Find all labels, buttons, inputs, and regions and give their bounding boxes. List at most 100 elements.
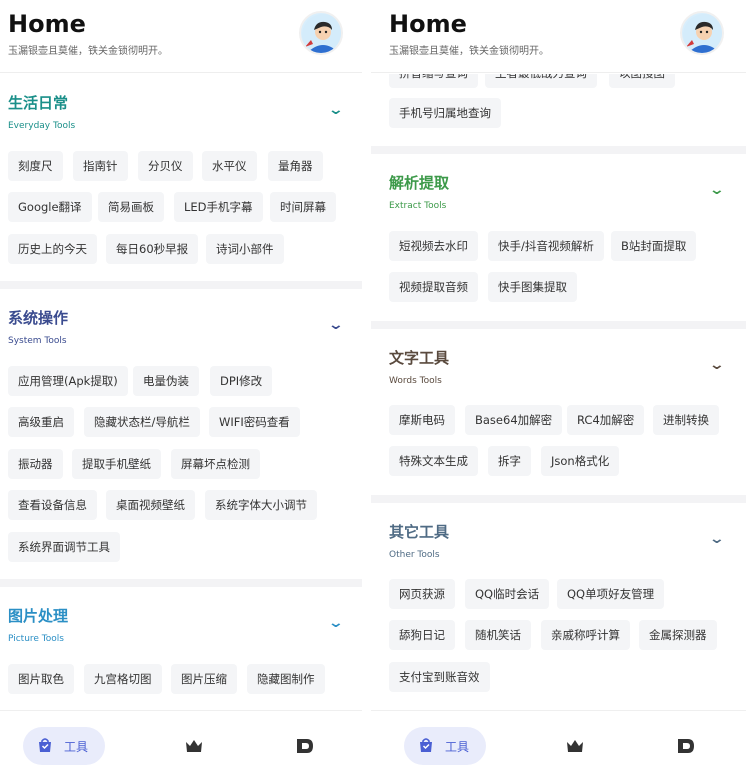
- right-phone-screen: Home 玉漏银壶且莫催，铁关金锁彻明开。 拼音缩写查询 王者最低战力查询 以图…: [371, 0, 746, 765]
- tab-tools[interactable]: 工具: [23, 727, 105, 765]
- tool-chip[interactable]: 高级重启: [8, 407, 74, 437]
- chevron-down-icon[interactable]: ⌄: [328, 317, 344, 333]
- tool-chip[interactable]: 指南针: [73, 151, 128, 181]
- tool-chip[interactable]: LED手机字幕: [174, 192, 263, 222]
- tool-chip[interactable]: QQ临时会话: [465, 579, 550, 609]
- tool-chip[interactable]: 系统界面调节工具: [8, 532, 120, 562]
- shopping-bag-icon: [420, 738, 432, 752]
- shield-icon[interactable]: [296, 738, 314, 754]
- tool-chip[interactable]: 快手图集提取: [488, 272, 577, 302]
- tool-chip[interactable]: 每日60秒早报: [106, 234, 199, 264]
- tool-chip[interactable]: 量角器: [268, 151, 323, 181]
- tool-chip[interactable]: 视频提取音频: [389, 272, 478, 302]
- tab-label: 工具: [64, 740, 89, 754]
- tool-chip[interactable]: 隐藏状态栏/导航栏: [84, 407, 200, 437]
- section-divider: [371, 146, 746, 154]
- tool-chip[interactable]: Google翻译: [8, 192, 92, 222]
- screen-gutter: [362, 0, 371, 765]
- tool-chip[interactable]: 简易画板: [98, 192, 164, 222]
- section-title: 文字工具: [389, 349, 450, 367]
- tool-chip[interactable]: WIFI密码查看: [209, 407, 300, 437]
- page-title: Home: [389, 10, 467, 38]
- crown-icon[interactable]: [566, 738, 584, 754]
- tool-chip[interactable]: 刻度尺: [8, 151, 63, 181]
- tool-chip[interactable]: 亲戚称呼计算: [541, 620, 630, 650]
- section-subtitle: Everyday Tools: [8, 121, 76, 131]
- chevron-down-icon[interactable]: ⌄: [709, 531, 725, 547]
- section-title: 图片处理: [8, 607, 69, 625]
- chevron-down-icon[interactable]: ⌄: [328, 102, 344, 118]
- tool-chip[interactable]: 电量伪装: [133, 366, 199, 396]
- tool-chip[interactable]: Json格式化: [541, 446, 620, 476]
- section-system: 系统操作 System Tools ⌄ 应用管理(Apk提取) 电量伪装 DPI…: [0, 289, 362, 579]
- tool-chip[interactable]: 提取手机壁纸: [72, 449, 161, 479]
- bottom-tab-bar: 工具: [371, 710, 746, 765]
- tool-chip[interactable]: 隐藏图制作: [247, 664, 325, 694]
- app-header: Home 玉漏银壶且莫催，铁关金锁彻明开。: [0, 0, 362, 73]
- tool-chip[interactable]: 分贝仪: [138, 151, 193, 181]
- tab-tools[interactable]: 工具: [404, 727, 486, 765]
- tool-chip[interactable]: 振动器: [8, 449, 63, 479]
- section-divider: [371, 321, 746, 329]
- tool-chip[interactable]: 屏幕坏点检测: [171, 449, 260, 479]
- tool-chip[interactable]: 图片取色: [8, 664, 74, 694]
- page-title: Home: [8, 10, 86, 38]
- tool-chip[interactable]: 支付宝到账音效: [389, 662, 490, 692]
- tool-chip[interactable]: 拆字: [488, 446, 531, 476]
- section-subtitle: Words Tools: [389, 376, 442, 386]
- tool-chip[interactable]: 查看设备信息: [8, 490, 97, 520]
- tool-chip[interactable]: 历史上的今天: [8, 234, 97, 264]
- tool-chip[interactable]: 桌面视频壁纸: [106, 490, 195, 520]
- avatar[interactable]: [299, 11, 343, 55]
- tool-chip[interactable]: 以图搜图: [609, 74, 675, 88]
- tool-chip[interactable]: QQ单项好友管理: [557, 579, 665, 609]
- chevron-down-icon[interactable]: ⌄: [328, 615, 344, 631]
- section-divider: [0, 281, 362, 289]
- page-subtitle: 玉漏银壶且莫催，铁关金锁彻明开。: [389, 46, 549, 57]
- bottom-tab-bar: 工具: [0, 710, 362, 765]
- tool-chip[interactable]: 网页获源: [389, 579, 455, 609]
- tool-chip[interactable]: 手机号归属地查询: [389, 98, 501, 128]
- shield-icon[interactable]: [677, 738, 695, 754]
- tool-chip[interactable]: DPI修改: [210, 366, 273, 396]
- tool-chip[interactable]: 时间屏幕: [270, 192, 336, 222]
- tool-chip[interactable]: 应用管理(Apk提取): [8, 366, 128, 396]
- section-title: 生活日常: [8, 94, 69, 112]
- section-subtitle: Extract Tools: [389, 201, 447, 211]
- tool-chip[interactable]: 特殊文本生成: [389, 446, 478, 476]
- section-words: 文字工具 Words Tools ⌄ 摩斯电码 Base64加解密 RC4加解密…: [371, 329, 746, 495]
- tool-chip[interactable]: 水平仪: [202, 151, 257, 181]
- tool-list: 拼音缩写查询 王者最低战力查询 以图搜图 手机号归属地查询 解析提取 Extra…: [371, 74, 746, 714]
- tool-chip[interactable]: 舔狗日记: [389, 620, 455, 650]
- left-phone-screen: Home 玉漏银壶且莫催，铁关金锁彻明开。 生活日常 Everyday Tool…: [0, 0, 362, 765]
- avatar[interactable]: [680, 11, 724, 55]
- tool-chip[interactable]: 随机笑话: [465, 620, 531, 650]
- crown-icon[interactable]: [185, 738, 203, 754]
- section-subtitle: System Tools: [8, 336, 67, 346]
- tool-chip[interactable]: 短视频去水印: [389, 231, 478, 261]
- tool-chip[interactable]: 进制转换: [653, 405, 719, 435]
- section-title: 其它工具: [389, 523, 450, 541]
- tool-chip[interactable]: 金属探测器: [639, 620, 717, 650]
- tool-chip[interactable]: 系统字体大小调节: [205, 490, 317, 520]
- section-picture: 图片处理 Picture Tools ⌄ 图片取色 九宫格切图 图片压缩 隐藏图…: [0, 587, 362, 714]
- tab-label: 工具: [445, 740, 470, 754]
- avatar-image-icon: [302, 14, 341, 53]
- shopping-bag-icon: [39, 738, 51, 752]
- chevron-down-icon[interactable]: ⌄: [709, 357, 725, 373]
- tool-chip[interactable]: B站封面提取: [611, 231, 697, 261]
- tool-chip[interactable]: 快手/抖音视频解析: [488, 231, 604, 261]
- section-divider: [0, 579, 362, 587]
- section-extract: 解析提取 Extract Tools ⌄ 短视频去水印 快手/抖音视频解析 B站…: [371, 154, 746, 321]
- tool-chip[interactable]: 图片压缩: [171, 664, 237, 694]
- tool-chip[interactable]: 摩斯电码: [389, 405, 455, 435]
- tool-chip[interactable]: 九宫格切图: [84, 664, 162, 694]
- tool-chip[interactable]: 诗词小部件: [206, 234, 284, 264]
- section-title: 系统操作: [8, 309, 69, 327]
- tool-chip[interactable]: 拼音缩写查询: [389, 74, 478, 88]
- chevron-down-icon[interactable]: ⌄: [709, 182, 725, 198]
- page-subtitle: 玉漏银壶且莫催，铁关金锁彻明开。: [8, 46, 168, 57]
- tool-chip[interactable]: Base64加解密: [465, 405, 563, 435]
- tool-chip[interactable]: 王者最低战力查询: [485, 74, 597, 88]
- tool-chip[interactable]: RC4加解密: [567, 405, 645, 435]
